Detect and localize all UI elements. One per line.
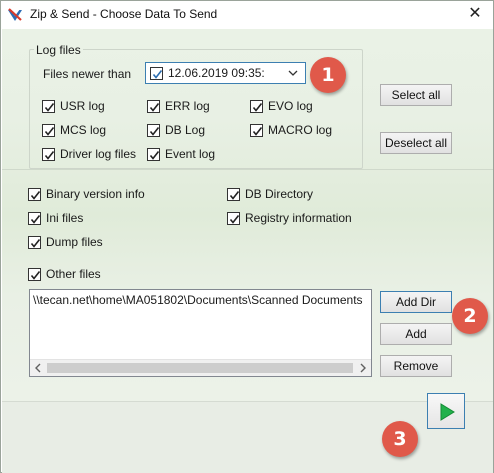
other-files-label: Other files — [46, 267, 101, 281]
db-log-checkbox[interactable]: DB Log — [147, 122, 205, 138]
checkbox-box[interactable] — [250, 123, 263, 137]
step-1-badge: 1 — [310, 57, 346, 93]
db-directory-checkbox[interactable]: DB Directory — [227, 186, 313, 202]
list-item[interactable]: \\tecan.net\home\MA051802\Documents\Scan… — [33, 293, 363, 307]
title-bar: Zip & Send - Choose Data To Send ✕ — [1, 1, 493, 29]
evo-log-checkbox[interactable]: EVO log — [250, 98, 313, 114]
checkbox-box[interactable] — [227, 187, 240, 201]
other-files-checkbox[interactable]: Other files — [28, 266, 101, 282]
window-title: Zip & Send - Choose Data To Send — [30, 7, 218, 21]
ini-files-checkbox[interactable]: Ini files — [28, 210, 83, 226]
section-divider — [2, 169, 493, 170]
checkbox-box[interactable] — [28, 187, 41, 201]
dialog-footer — [2, 401, 493, 473]
checkbox-box[interactable] — [147, 99, 160, 113]
event-log-label: Event log — [165, 147, 216, 161]
db-directory-label: DB Directory — [245, 187, 314, 201]
driver-log-files-checkbox[interactable]: Driver log files — [42, 146, 136, 162]
add-button[interactable]: Add — [380, 323, 452, 345]
checkbox-box[interactable] — [147, 123, 160, 137]
err-log-label: ERR log — [165, 99, 210, 113]
checkbox-box[interactable] — [147, 147, 160, 161]
close-icon[interactable]: ✕ — [457, 1, 493, 29]
mcs-log-checkbox[interactable]: MCS log — [42, 122, 106, 138]
date-value: 12.06.2019 09:35: — [168, 66, 265, 80]
checkbox-box[interactable] — [250, 99, 263, 113]
binary-version-info-label: Binary version info — [46, 187, 145, 201]
checkbox-box[interactable] — [28, 235, 41, 249]
files-newer-than-label: Files newer than — [43, 67, 132, 81]
deselect-all-button[interactable]: Deselect all — [380, 132, 452, 154]
files-newer-than-datepicker[interactable]: 12.06.2019 09:35: — [145, 62, 306, 84]
send-button[interactable] — [427, 393, 465, 429]
horizontal-scrollbar[interactable] — [30, 359, 371, 376]
chevron-down-icon[interactable] — [287, 67, 299, 82]
db-log-label: DB Log — [165, 123, 206, 137]
usr-log-label: USR log — [60, 99, 105, 113]
err-log-checkbox[interactable]: ERR log — [147, 98, 210, 114]
date-filter-checkbox[interactable] — [150, 67, 163, 80]
zip-send-app-icon — [7, 7, 23, 23]
macro-log-checkbox[interactable]: MACRO log — [250, 122, 332, 138]
ini-files-label: Ini files — [46, 211, 84, 225]
evo-log-label: EVO log — [268, 99, 313, 113]
zip-send-window: Zip & Send - Choose Data To Send ✕ Log f… — [0, 0, 494, 473]
log-files-legend: Log files — [34, 43, 83, 57]
registry-information-label: Registry information — [245, 211, 352, 225]
checkbox-box[interactable] — [227, 211, 240, 225]
scroll-right-icon[interactable] — [354, 360, 371, 376]
dialog-content: Log files Files newer than 12.06.2019 09… — [2, 29, 493, 473]
registry-information-checkbox[interactable]: Registry information — [227, 210, 352, 226]
scroll-left-icon[interactable] — [30, 360, 47, 376]
step-2-badge: 2 — [452, 298, 488, 334]
step-3-badge: 3 — [382, 421, 418, 457]
checkbox-box[interactable] — [42, 123, 55, 137]
event-log-checkbox[interactable]: Event log — [147, 146, 215, 162]
add-dir-button[interactable]: Add Dir — [380, 291, 452, 313]
select-all-button[interactable]: Select all — [380, 84, 452, 106]
checkbox-box[interactable] — [42, 99, 55, 113]
macro-log-label: MACRO log — [268, 123, 333, 137]
dump-files-checkbox[interactable]: Dump files — [28, 234, 103, 250]
usr-log-checkbox[interactable]: USR log — [42, 98, 105, 114]
other-files-list[interactable]: \\tecan.net\home\MA051802\Documents\Scan… — [29, 289, 372, 377]
binary-version-info-checkbox[interactable]: Binary version info — [28, 186, 145, 202]
scroll-thumb[interactable] — [47, 363, 353, 373]
checkbox-box[interactable] — [28, 267, 41, 281]
remove-button[interactable]: Remove — [380, 355, 452, 377]
play-arrow-icon — [440, 403, 455, 421]
dump-files-label: Dump files — [46, 235, 103, 249]
driver-log-files-label: Driver log files — [60, 147, 137, 161]
mcs-log-label: MCS log — [60, 123, 107, 137]
checkbox-box[interactable] — [28, 211, 41, 225]
checkbox-box[interactable] — [42, 147, 55, 161]
